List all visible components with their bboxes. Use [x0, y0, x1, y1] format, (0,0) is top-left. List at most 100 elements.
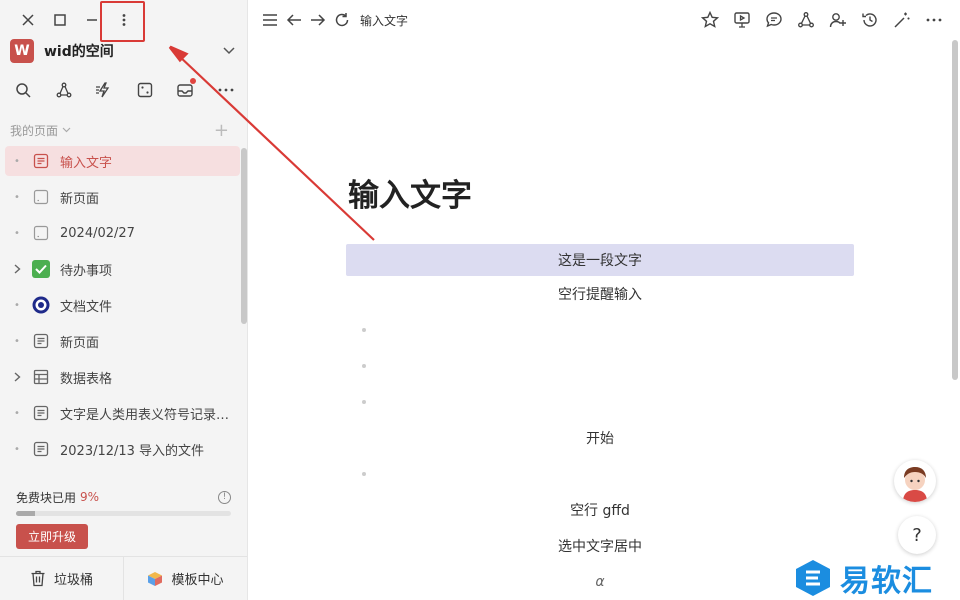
workspace-switcher[interactable]: W wid的空间 [10, 38, 235, 64]
search-icon[interactable] [10, 78, 36, 102]
document-body[interactable]: 输入文字 这是一段文字 空行提醒输入 开始 空行 gffd 选中文字居中 α [346, 170, 854, 600]
page-label: 数据表格 [60, 371, 113, 387]
close-icon[interactable] [12, 8, 44, 32]
main-scrollbar[interactable] [952, 40, 958, 380]
more-icon[interactable] [922, 8, 946, 32]
sidebar-item-page[interactable]: • 2024/02/27 [5, 218, 240, 248]
chevron-right-icon[interactable] [11, 372, 23, 382]
trash-button[interactable]: 垃圾桶 [0, 557, 123, 600]
maximize-icon[interactable] [44, 8, 76, 32]
bullet-dot-icon: • [14, 335, 20, 347]
trash-label: 垃圾桶 [53, 573, 93, 588]
text-block[interactable]: 选中文字居中 [346, 528, 854, 564]
sidebar-item-page[interactable]: • 2023/12/13 导入的文件 [5, 434, 240, 464]
assistant-avatar[interactable] [894, 460, 936, 502]
blank-page-icon [31, 187, 51, 207]
history-icon[interactable] [858, 8, 882, 32]
more-icon[interactable] [213, 78, 239, 102]
chevron-down-icon[interactable] [223, 44, 235, 58]
page-label: 2023/12/13 导入的文件 [60, 443, 205, 459]
empty-block[interactable] [346, 312, 854, 348]
avatar-icon [903, 467, 927, 502]
page-label: 文字是人类用表义符号记录… [60, 407, 230, 423]
workspace-avatar: W [10, 39, 34, 63]
refresh-icon[interactable] [330, 8, 354, 32]
sidebar-item-page[interactable]: • 新页面 [5, 326, 240, 356]
sidebar-item-page[interactable]: • 文档文件 [5, 290, 240, 320]
breadcrumb[interactable]: 输入文字 [360, 12, 408, 29]
page-label: 2024/02/27 [60, 225, 135, 241]
empty-block[interactable] [346, 384, 854, 420]
help-button[interactable]: ? [898, 516, 936, 554]
page-label: 文档文件 [60, 299, 113, 315]
usage-bar [16, 511, 231, 516]
page-label: 新页面 [60, 335, 100, 351]
star-icon[interactable] [698, 8, 722, 32]
trash-icon [31, 570, 45, 587]
upgrade-button[interactable]: 立即升级 [16, 524, 89, 549]
empty-line-dot [362, 472, 366, 476]
watermark-icon [796, 560, 830, 596]
bullet-dot-icon: • [14, 299, 20, 311]
inbox-icon[interactable] [172, 78, 198, 102]
usage-label: 免费块已用 [16, 490, 77, 505]
bullet-dot-icon: • [14, 407, 20, 419]
checkbox-icon [31, 259, 51, 279]
block-text: 选中文字居中 [558, 539, 642, 555]
annotation-highlight-box [100, 1, 145, 42]
chevron-right-icon[interactable] [11, 264, 23, 274]
empty-line-dot [362, 328, 366, 332]
graph-icon[interactable] [51, 78, 77, 102]
sidebar-scrollbar[interactable] [241, 148, 247, 324]
watermark-logo: 易软汇 [792, 556, 933, 600]
question-icon: ? [912, 524, 922, 546]
text-block[interactable]: 空行 gffd [346, 492, 854, 528]
usage-percent: 9% [80, 490, 100, 504]
template-label: 模板中心 [171, 573, 224, 588]
magic-wand-icon[interactable] [890, 8, 914, 32]
block-text: 开始 [586, 431, 614, 447]
sidebar-item-page[interactable]: 数据表格 [5, 362, 240, 392]
sidebar-item-page[interactable]: 待办事项 [5, 254, 240, 284]
table-icon [31, 367, 51, 387]
empty-line-dot [362, 400, 366, 404]
add-user-icon[interactable] [826, 8, 850, 32]
flash-icon[interactable] [91, 78, 117, 102]
sidebar-footer: 垃圾桶 模板中心 [0, 556, 247, 600]
usage-panel: 免费块已用 9% ! 立即升级 [16, 488, 231, 549]
text-block[interactable]: 开始 [346, 420, 854, 456]
page-list: • 输入文字 • 新页面 • 2024/02/27 待办事项 • 文档文件 • … [5, 146, 240, 470]
dice-icon[interactable] [132, 78, 158, 102]
comment-icon[interactable] [762, 8, 786, 32]
bullet-dot-icon: • [14, 155, 20, 167]
text-block-selected[interactable]: 这是一段文字 [346, 244, 854, 276]
sidebar-item-page[interactable]: • 新页面 [5, 182, 240, 212]
page-title[interactable]: 输入文字 [346, 170, 854, 220]
watermark-text: 易软汇 [840, 564, 933, 599]
block-text: 这是一段文字 [558, 253, 642, 269]
target-icon [31, 295, 51, 315]
workspace-name: wid的空间 [44, 44, 114, 60]
template-center-button[interactable]: 模板中心 [123, 557, 247, 600]
text-block[interactable]: 空行提醒输入 [346, 276, 854, 312]
empty-block[interactable] [346, 348, 854, 384]
my-pages-header[interactable]: 我的页面 + [10, 120, 229, 141]
sidebar-item-page[interactable]: • 输入文字 [5, 146, 240, 176]
present-icon[interactable] [730, 8, 754, 32]
doc-icon [31, 331, 51, 351]
bullet-dot-icon: • [14, 443, 20, 455]
page-label: 输入文字 [60, 155, 113, 171]
formula-text: α [595, 574, 605, 590]
sidebar-item-page[interactable]: • 文字是人类用表义符号记录… [5, 398, 240, 428]
block-text: 空行提醒输入 [558, 287, 642, 303]
usage-bar-fill [16, 511, 36, 516]
empty-block[interactable] [346, 456, 854, 492]
graph-icon[interactable] [794, 8, 818, 32]
formula-block[interactable]: α [346, 564, 854, 600]
info-icon[interactable]: ! [218, 490, 231, 504]
menu-icon[interactable] [258, 8, 282, 32]
back-arrow-icon[interactable] [282, 8, 306, 32]
bullet-dot-icon: • [14, 191, 20, 203]
add-page-icon[interactable]: + [214, 120, 229, 141]
forward-arrow-icon[interactable] [306, 8, 330, 32]
